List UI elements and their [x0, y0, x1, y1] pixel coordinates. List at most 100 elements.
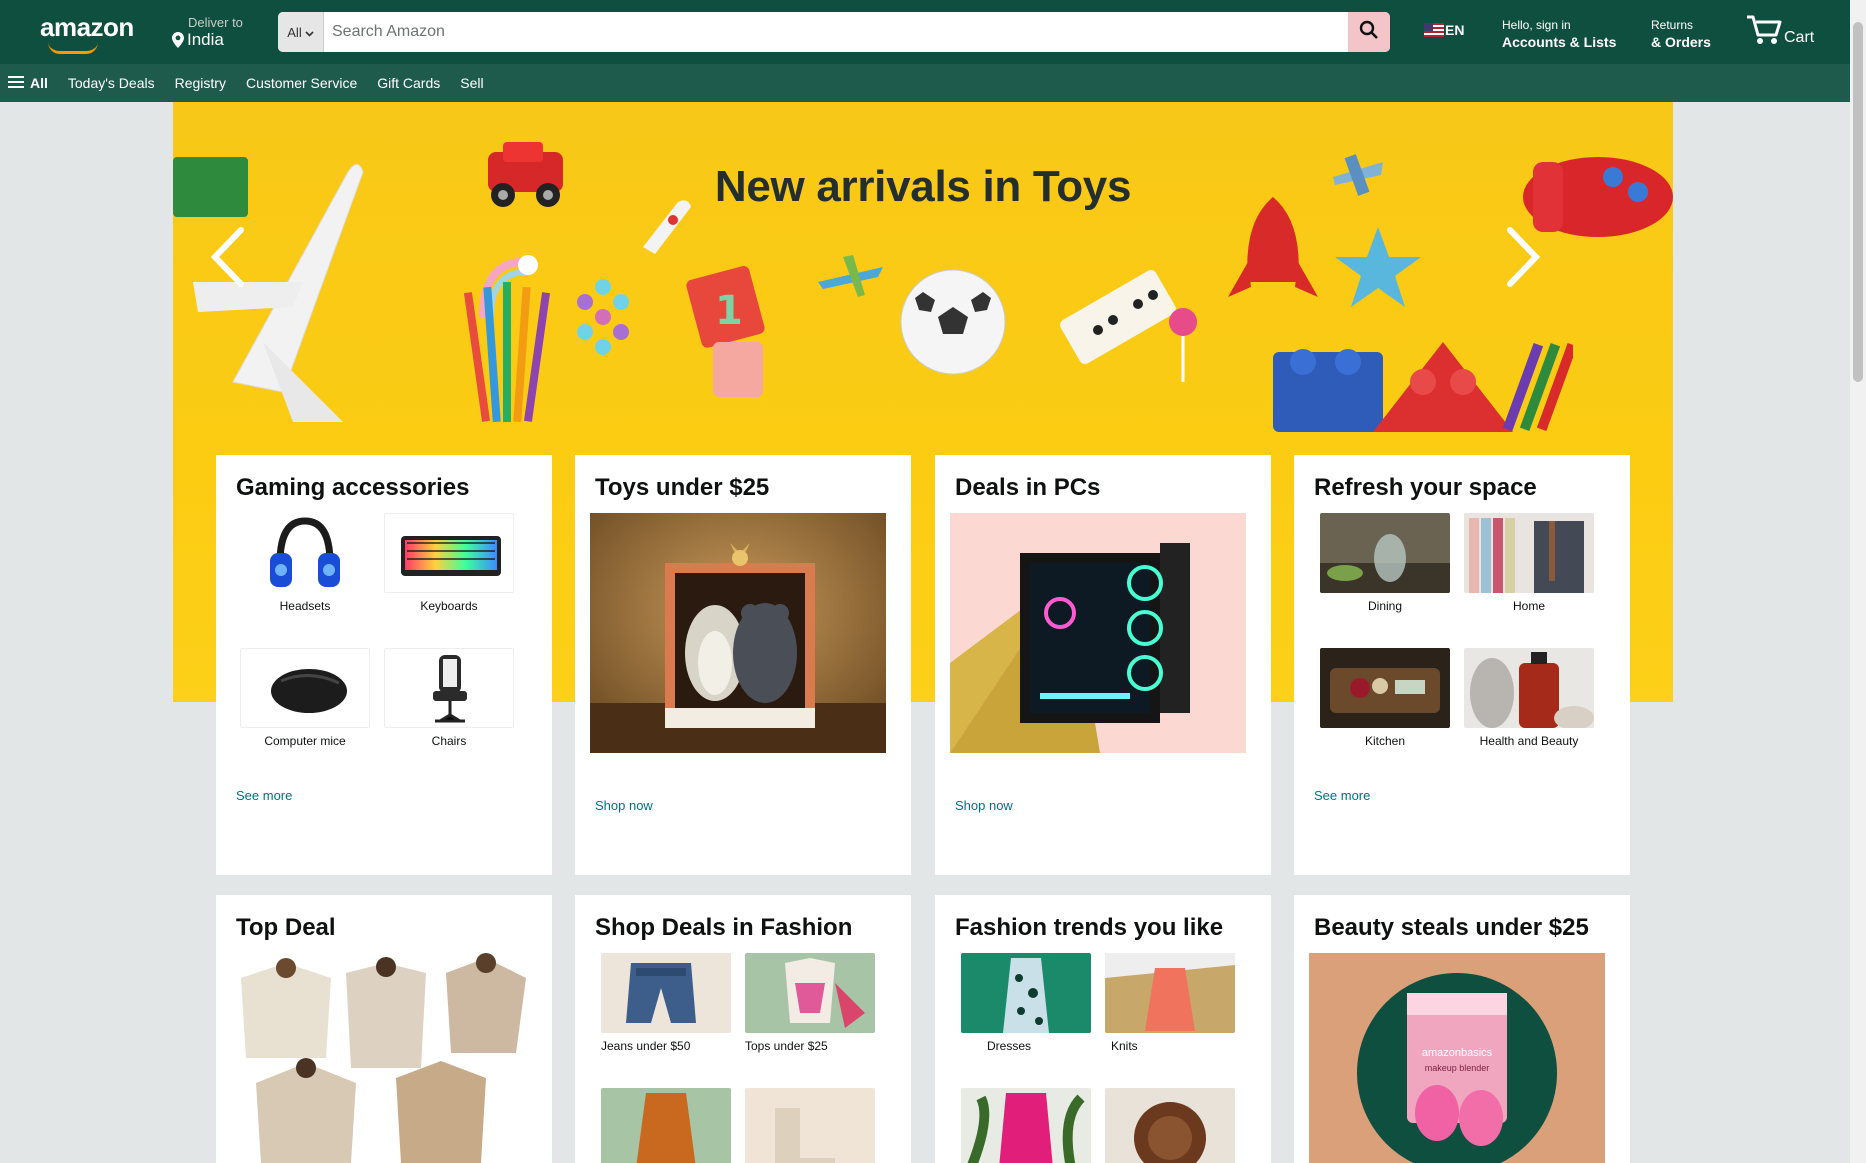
cart-label: Cart [1784, 29, 1815, 46]
grid-item-knits[interactable]: Knits [1105, 953, 1237, 1053]
grid-item-home[interactable]: Home [1464, 513, 1596, 613]
grid-item-computer-mice[interactable]: Computer mice [240, 648, 372, 748]
card-gaming-accessories: Gaming accessories Headsets Keyboards Co… [216, 455, 552, 875]
language-selector[interactable]: EN [1424, 22, 1464, 38]
toy-pencils-image [463, 282, 551, 423]
toy-plane-blue-image [818, 255, 883, 297]
card-title: Fashion trends you like [955, 914, 1224, 941]
card-title: Deals in PCs [955, 474, 1101, 501]
tops-image [745, 953, 875, 1033]
boots-image [745, 1088, 875, 1163]
language-label: EN [1445, 22, 1465, 38]
search-input[interactable] [324, 12, 1348, 52]
card-top-deal: Top Deal [216, 895, 552, 1163]
headset-image [240, 513, 370, 593]
grid-item-tops[interactable]: Tops under $25 [745, 953, 877, 1053]
grid-item-label: Dining [1367, 599, 1403, 613]
grid-item-keyboards[interactable]: Keyboards [384, 513, 516, 613]
chevron-down-icon [305, 25, 314, 40]
cart-button[interactable]: Cart [1746, 14, 1814, 51]
card-fashion-trends: Fashion trends you like Dresses Knits [935, 895, 1271, 1163]
grid-item-label: Chairs [431, 734, 467, 748]
nav-sell[interactable]: Sell [450, 75, 493, 91]
search-icon [1359, 20, 1379, 45]
toy-dominoes-image [1060, 270, 1197, 382]
amazon-logo[interactable]: amazon [40, 12, 134, 54]
home-closet-image [1464, 513, 1594, 593]
toy-soccer-ball-image [900, 269, 1006, 375]
dresses-image [961, 953, 1091, 1033]
deliver-label: Deliver to [188, 15, 243, 30]
secondary-nav: All Today's Deals Registry Customer Serv… [0, 64, 1850, 102]
svg-text:1: 1 [715, 288, 743, 334]
location-pin-icon [172, 32, 184, 48]
grid-item-kitchen[interactable]: Kitchen [1320, 648, 1452, 748]
account-lists[interactable]: Hello, sign in Accounts & Lists [1502, 18, 1616, 50]
see-more-link[interactable]: See more [1314, 788, 1370, 803]
grid-item-chairs[interactable]: Chairs [384, 648, 516, 748]
grid-item-label: Knits [1111, 1039, 1138, 1053]
card-deals-in-pcs: Deals in PCs Shop now [935, 455, 1271, 875]
search-category-select[interactable]: All [278, 12, 324, 52]
grid-item-health-and-beauty[interactable]: Health and Beauty [1464, 648, 1596, 748]
all-menu-button[interactable]: All [8, 75, 58, 92]
returns-orders[interactable]: Returns & Orders [1651, 18, 1711, 50]
carousel-next-button[interactable] [1498, 222, 1548, 292]
shop-now-link[interactable]: Shop now [595, 798, 653, 813]
dining-image [1320, 513, 1450, 593]
grid-item-label: Kitchen [1364, 734, 1406, 748]
scrollbar-thumb[interactable] [1853, 22, 1863, 382]
us-flag-icon [1424, 23, 1444, 37]
card-shop-deals-in-fashion: Shop Deals in Fashion Jeans under $50 To… [575, 895, 911, 1163]
search-category-label: All [287, 24, 302, 40]
makeup-blender-image[interactable]: amazonbasics makeup blender [1309, 953, 1605, 1163]
toy-star-image [1335, 227, 1421, 307]
card-title: Beauty steals under $25 [1314, 914, 1589, 941]
grid-item-jeans[interactable]: Jeans under $50 [601, 953, 733, 1053]
grid-item-label: Headsets [279, 599, 331, 613]
kitchen-board-image [1320, 648, 1450, 728]
grid-item-hair-accessory[interactable] [1105, 1088, 1237, 1163]
card-title: Refresh your space [1314, 474, 1537, 501]
toy-blocks-image: 1 [686, 266, 765, 397]
card-title: Toys under $25 [595, 474, 770, 501]
grid-item-boots[interactable] [745, 1088, 877, 1163]
grid-item-label: Keyboards [420, 599, 478, 613]
search-button[interactable] [1348, 12, 1390, 52]
logo-smile-icon [48, 42, 98, 54]
grid-item-dresses-deal[interactable] [601, 1088, 733, 1163]
product-name-text: makeup blender [1425, 1063, 1490, 1073]
card-title: Gaming accessories [236, 474, 470, 501]
nav-todays-deals[interactable]: Today's Deals [58, 75, 165, 91]
logo-text: amazon [40, 12, 134, 42]
gaming-pc-image[interactable] [950, 513, 1246, 753]
card-toys-under-25: Toys under $25 Shop now [575, 455, 911, 875]
card-title: Shop Deals in Fashion [595, 914, 853, 941]
grid-item-label: Dresses [987, 1039, 1032, 1053]
knits-image [1105, 953, 1235, 1033]
deliver-to[interactable]: Deliver to India [172, 15, 243, 50]
nav-customer-service[interactable]: Customer Service [236, 75, 367, 91]
grid-item-label: Health and Beauty [1479, 734, 1579, 748]
jeans-image [601, 953, 731, 1033]
grid-item-headsets[interactable]: Headsets [240, 513, 372, 613]
top-deal-sweaters-image[interactable] [236, 953, 532, 1163]
blazer-image [961, 1088, 1091, 1163]
grid-item-blazer[interactable] [961, 1088, 1093, 1163]
account-label: Accounts & Lists [1502, 34, 1617, 50]
carousel-prev-button[interactable] [203, 222, 253, 292]
grid-item-dresses[interactable]: Dresses [961, 953, 1093, 1053]
hero-title: New arrivals in Toys [714, 162, 1132, 211]
nav-registry[interactable]: Registry [165, 75, 236, 91]
nav-gift-cards[interactable]: Gift Cards [367, 75, 450, 91]
grid-item-dining[interactable]: Dining [1320, 513, 1452, 613]
grid-item-label: Computer mice [264, 734, 346, 748]
see-more-link[interactable]: See more [236, 788, 292, 803]
health-beauty-image [1464, 648, 1594, 728]
shop-now-link[interactable]: Shop now [955, 798, 1013, 813]
keyboard-image [384, 513, 514, 593]
plush-toys-image[interactable] [590, 513, 886, 753]
card-beauty-steals: Beauty steals under $25 amazonbasics mak… [1294, 895, 1630, 1163]
chevron-right-icon [1498, 227, 1548, 296]
search-bar: All [278, 12, 1390, 52]
